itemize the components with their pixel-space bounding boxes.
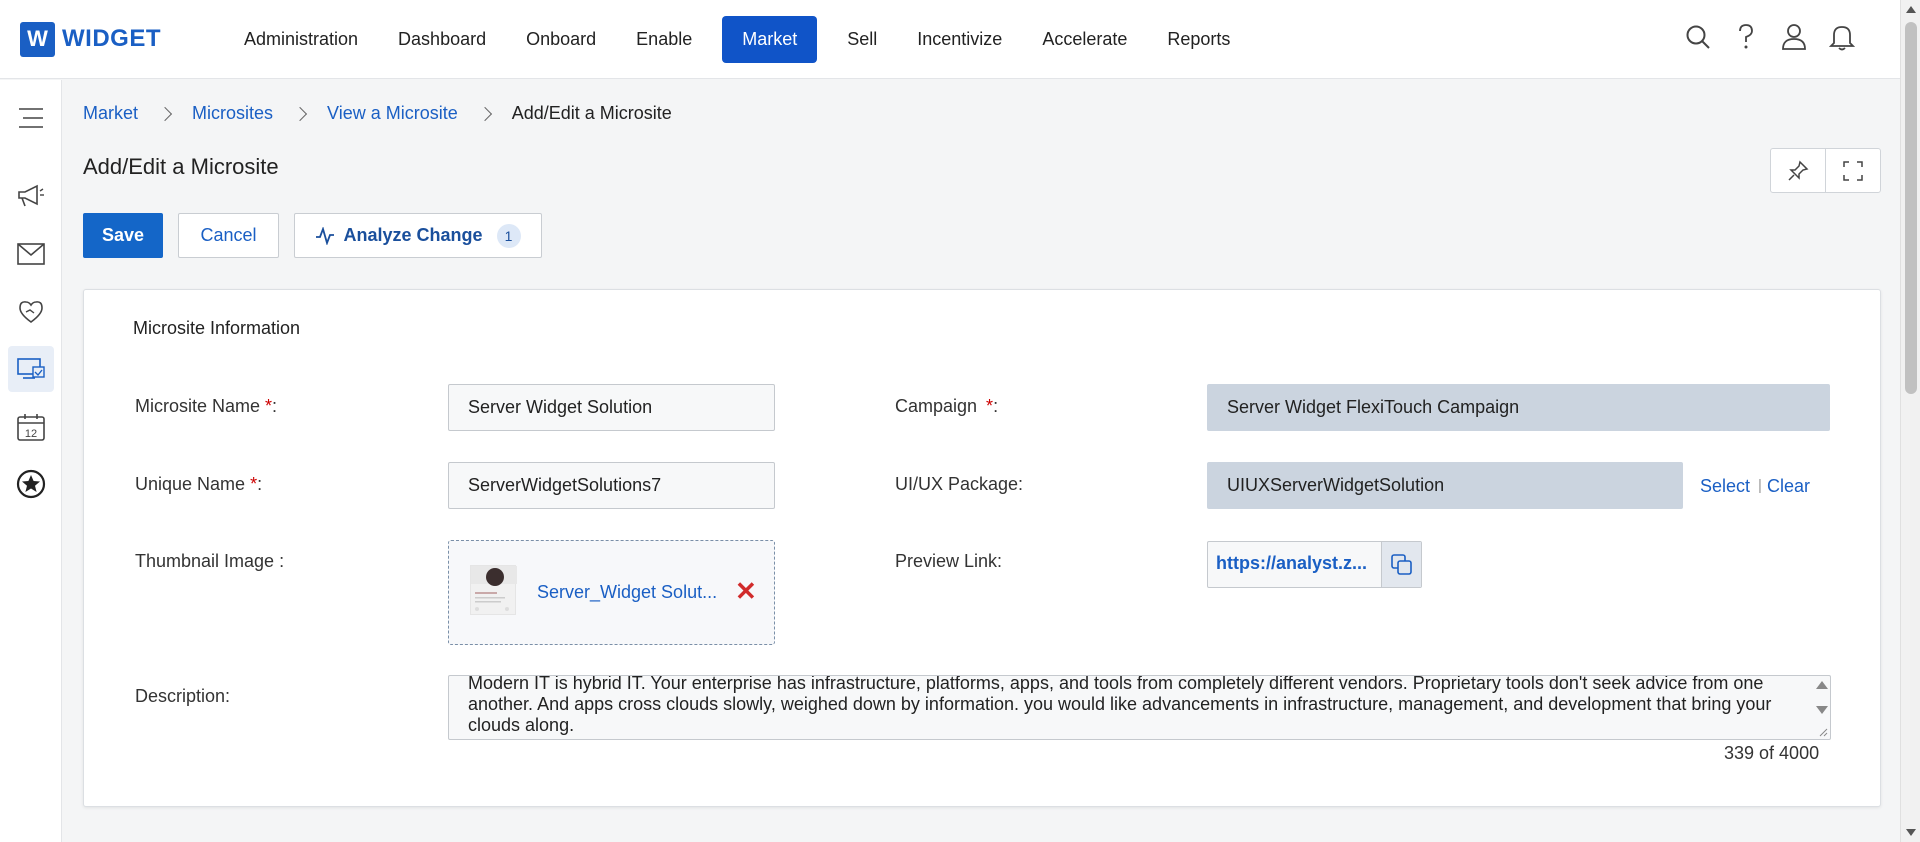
nav-item-market[interactable]: Market <box>722 15 818 63</box>
search-icon[interactable] <box>1685 22 1711 52</box>
description-label: Description: <box>135 686 231 706</box>
calendar-icon[interactable]: 12 <box>8 404 54 450</box>
top-navbar: W WIDGET Administration Dashboard Onboar… <box>0 0 1900 79</box>
nav-item-dashboard[interactable]: Dashboard <box>378 16 506 63</box>
label-suffix: : <box>993 396 999 416</box>
nav-item-enable[interactable]: Enable <box>616 16 712 63</box>
unique-name-label: Unique Name *: <box>135 474 262 495</box>
campaign-label-text: Campaign <box>895 396 983 416</box>
chevron-right-icon <box>157 106 173 121</box>
unique-name-label-text: Unique Name <box>135 474 251 494</box>
calendar-day: 12 <box>25 428 37 440</box>
breadcrumb-microsites[interactable]: Microsites <box>192 103 273 124</box>
view-controls <box>1770 148 1881 193</box>
breadcrumb-market[interactable]: Market <box>83 103 138 124</box>
nav-item-administration[interactable]: Administration <box>224 16 378 63</box>
main-nav: Administration Dashboard Onboard Enable … <box>224 15 1250 63</box>
description-text: Modern IT is hybrid IT. Your enterprise … <box>468 675 1772 735</box>
handshake-icon[interactable] <box>8 288 54 334</box>
unique-name-input[interactable]: ServerWidgetSolutions7 <box>448 462 775 509</box>
menu-icon[interactable] <box>8 95 54 141</box>
thumbnail-file-link[interactable]: Server_Widget Solut... <box>537 582 717 603</box>
nav-item-reports[interactable]: Reports <box>1147 16 1250 63</box>
microsite-name-label-text: Microsite Name <box>135 396 266 416</box>
description-textarea[interactable]: Modern IT is hybrid IT. Your enterprise … <box>448 675 1831 740</box>
left-sidebar: 12 <box>0 80 62 842</box>
analyze-change-label: Analyze Change <box>343 225 483 245</box>
uiux-package-field: UIUXServerWidgetSolution <box>1207 462 1683 509</box>
activity-icon <box>316 226 335 245</box>
microsite-information-card: Microsite Information Microsite Name *: … <box>83 289 1881 807</box>
analyze-change-count-badge: 1 <box>496 223 521 248</box>
label-suffix: : <box>272 396 278 416</box>
breadcrumb-current: Add/Edit a Microsite <box>511 103 672 123</box>
thumbnail-dropzone[interactable]: Server_Widget Solut... ✕ <box>448 540 775 645</box>
description-char-count: 339 of 4000 <box>1724 743 1820 763</box>
preview-link[interactable]: https://analyst.z... <box>1216 553 1367 574</box>
page-title: Add/Edit a Microsite <box>83 154 279 179</box>
nav-item-sell[interactable]: Sell <box>827 16 897 63</box>
label-suffix: : <box>257 474 263 494</box>
required-marker: * <box>986 396 994 416</box>
nav-item-onboard[interactable]: Onboard <box>506 16 616 63</box>
pin-icon[interactable] <box>1771 149 1826 192</box>
help-icon[interactable] <box>1733 22 1759 52</box>
megaphone-icon[interactable] <box>8 173 54 219</box>
microsite-icon[interactable] <box>8 346 54 392</box>
campaign-field: Server Widget FlexiTouch Campaign <box>1207 384 1830 431</box>
copy-icon[interactable] <box>1381 542 1421 587</box>
card-title: Microsite Information <box>133 318 301 338</box>
breadcrumb: Market Microsites View a Microsite Add/E… <box>83 103 672 124</box>
fullscreen-icon[interactable] <box>1826 149 1881 192</box>
nav-item-accelerate[interactable]: Accelerate <box>1022 16 1147 63</box>
chevron-right-icon <box>292 106 308 121</box>
thumbnail-image <box>470 565 517 615</box>
campaign-label: Campaign *: <box>895 396 998 417</box>
link-separator: | <box>1758 477 1762 494</box>
microsite-name-label: Microsite Name *: <box>135 396 277 417</box>
bell-icon[interactable] <box>1829 22 1855 52</box>
scroll-down-arrow-icon[interactable] <box>1906 829 1916 836</box>
scroll-down-arrow-icon[interactable] <box>1816 706 1828 714</box>
scroll-thumb[interactable] <box>1905 22 1917 394</box>
logo-text: WIDGET <box>62 25 161 52</box>
logo-badge: W <box>20 21 55 57</box>
uiux-select-link[interactable]: Select <box>1700 476 1750 497</box>
chevron-right-icon <box>477 106 492 121</box>
preview-link-field: https://analyst.z... <box>1207 541 1422 588</box>
nav-icon-group <box>1685 22 1855 52</box>
cancel-button[interactable]: Cancel <box>178 213 279 258</box>
thumbnail-label: Thumbnail Image : <box>135 551 285 571</box>
uiux-clear-link[interactable]: Clear <box>1767 476 1810 497</box>
page-scrollbar[interactable] <box>1900 0 1920 842</box>
nav-item-incentivize[interactable]: Incentivize <box>897 16 1022 63</box>
brand-logo[interactable]: W WIDGET <box>20 21 224 57</box>
microsite-name-input[interactable]: Server Widget Solution <box>448 384 775 431</box>
preview-link-label: Preview Link: <box>895 551 1003 571</box>
required-marker: * <box>265 396 273 416</box>
star-badge-icon[interactable] <box>8 461 54 507</box>
breadcrumb-view-microsite[interactable]: View a Microsite <box>327 103 458 124</box>
analyze-change-button[interactable]: Analyze Change 1 <box>294 213 542 258</box>
resize-handle-icon[interactable] <box>1818 727 1828 737</box>
uiux-package-label: UI/UX Package: <box>895 474 1024 494</box>
envelope-icon[interactable] <box>8 231 54 277</box>
remove-thumbnail-icon[interactable]: ✕ <box>735 578 757 604</box>
scroll-up-arrow-icon[interactable] <box>1906 6 1916 13</box>
user-icon[interactable] <box>1781 22 1807 52</box>
scroll-up-arrow-icon[interactable] <box>1816 681 1828 689</box>
save-button[interactable]: Save <box>83 213 163 258</box>
